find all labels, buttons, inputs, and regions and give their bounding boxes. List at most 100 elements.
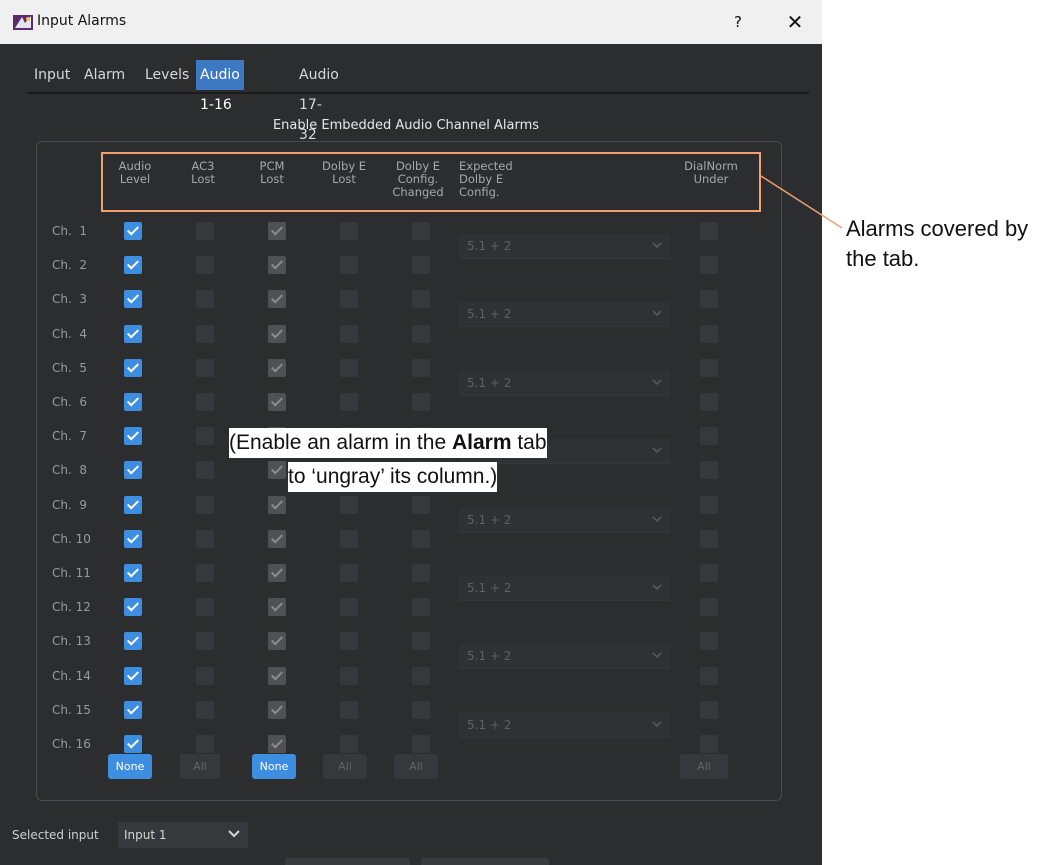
checkbox-dolby-e-config-changed[interactable] — [412, 666, 430, 685]
checkbox-ac3-lost[interactable] — [196, 290, 214, 309]
ac3-lost-all-button[interactable]: All — [180, 754, 220, 779]
checkbox-audio-level[interactable] — [124, 358, 142, 377]
checkbox-ac3-lost[interactable] — [196, 564, 214, 582]
checkbox-dialnorm-under[interactable] — [700, 666, 718, 685]
checkbox-dialnorm-under[interactable] — [700, 735, 718, 753]
expected-config-dropdown[interactable]: 5.1 + 2 — [459, 576, 670, 601]
checkbox-dialnorm-under[interactable] — [700, 564, 718, 582]
checkbox-dolby-e-lost[interactable] — [340, 598, 358, 617]
selected-input-dropdown[interactable]: Input 1 — [118, 822, 248, 848]
expected-config-dropdown[interactable]: 5.1 + 2 — [459, 712, 670, 738]
checkbox-dolby-e-config-changed[interactable] — [412, 529, 430, 548]
checkbox-dolby-e-lost[interactable] — [340, 358, 358, 377]
checkbox-dolby-e-config-changed[interactable] — [412, 598, 430, 617]
checkbox-dialnorm-under[interactable] — [700, 222, 718, 240]
checkbox-dolby-e-config-changed[interactable] — [412, 700, 430, 719]
checkbox-dolby-e-lost[interactable] — [340, 393, 358, 411]
checkbox-pcm-lost[interactable] — [268, 564, 286, 582]
checkbox-dolby-e-config-changed[interactable] — [412, 324, 430, 343]
checkbox-audio-level[interactable] — [124, 393, 142, 411]
checkbox-pcm-lost[interactable] — [268, 256, 286, 275]
checkbox-dolby-e-lost[interactable] — [340, 529, 358, 548]
tab-alarm[interactable]: Alarm — [84, 60, 125, 90]
checkbox-pcm-lost[interactable] — [268, 324, 286, 343]
checkbox-dolby-e-lost[interactable] — [340, 735, 358, 753]
checkbox-dolby-e-config-changed[interactable] — [412, 358, 430, 377]
checkbox-ac3-lost[interactable] — [196, 495, 214, 514]
footer-button-right[interactable] — [421, 858, 549, 865]
expected-config-dropdown[interactable]: 5.1 + 2 — [459, 644, 670, 670]
footer-button-left[interactable] — [285, 858, 410, 865]
dolby-e-lost-all-button[interactable]: All — [323, 754, 367, 779]
checkbox-dolby-e-config-changed[interactable] — [412, 256, 430, 275]
checkbox-pcm-lost[interactable] — [268, 393, 286, 411]
checkbox-audio-level[interactable] — [124, 564, 142, 582]
checkbox-pcm-lost[interactable] — [268, 358, 286, 377]
checkbox-ac3-lost[interactable] — [196, 358, 214, 377]
checkbox-dolby-e-config-changed[interactable] — [412, 632, 430, 651]
checkbox-dialnorm-under[interactable] — [700, 358, 718, 377]
checkbox-dolby-e-config-changed[interactable] — [412, 290, 430, 309]
checkbox-audio-level[interactable] — [124, 632, 142, 651]
audio-level-none-button[interactable]: None — [108, 754, 152, 779]
tab-input[interactable]: Input — [34, 60, 70, 90]
checkbox-dolby-e-lost[interactable] — [340, 222, 358, 240]
checkbox-dialnorm-under[interactable] — [700, 529, 718, 548]
checkbox-dolby-e-lost[interactable] — [340, 700, 358, 719]
tab-audio-17-32[interactable]: Audio 17-32 — [299, 60, 339, 143]
checkbox-dialnorm-under[interactable] — [700, 427, 718, 446]
checkbox-ac3-lost[interactable] — [196, 461, 214, 480]
checkbox-dolby-e-config-changed[interactable] — [412, 564, 430, 582]
checkbox-dolby-e-lost[interactable] — [340, 324, 358, 343]
checkbox-audio-level[interactable] — [124, 461, 142, 480]
checkbox-audio-level[interactable] — [124, 700, 142, 719]
checkbox-audio-level[interactable] — [124, 222, 142, 240]
checkbox-dolby-e-lost[interactable] — [340, 632, 358, 651]
checkbox-dialnorm-under[interactable] — [700, 290, 718, 309]
checkbox-pcm-lost[interactable] — [268, 632, 286, 651]
checkbox-audio-level[interactable] — [124, 735, 142, 753]
checkbox-dialnorm-under[interactable] — [700, 632, 718, 651]
checkbox-ac3-lost[interactable] — [196, 256, 214, 275]
checkbox-dialnorm-under[interactable] — [700, 598, 718, 617]
tab-audio-1-16[interactable]: Audio 1-16 — [196, 60, 244, 113]
help-button[interactable]: ? — [726, 10, 750, 34]
checkbox-ac3-lost[interactable] — [196, 632, 214, 651]
checkbox-pcm-lost[interactable] — [268, 700, 286, 719]
checkbox-pcm-lost[interactable] — [268, 290, 286, 309]
checkbox-dolby-e-config-changed[interactable] — [412, 393, 430, 411]
checkbox-dialnorm-under[interactable] — [700, 324, 718, 343]
checkbox-ac3-lost[interactable] — [196, 427, 214, 446]
checkbox-dolby-e-lost[interactable] — [340, 495, 358, 514]
checkbox-audio-level[interactable] — [124, 427, 142, 446]
checkbox-dolby-e-config-changed[interactable] — [412, 222, 430, 240]
expected-config-dropdown[interactable]: 5.1 + 2 — [459, 507, 670, 533]
checkbox-dialnorm-under[interactable] — [700, 495, 718, 514]
checkbox-dialnorm-under[interactable] — [700, 461, 718, 480]
checkbox-dolby-e-lost[interactable] — [340, 564, 358, 582]
checkbox-dolby-e-lost[interactable] — [340, 666, 358, 685]
checkbox-pcm-lost[interactable] — [268, 529, 286, 548]
checkbox-dialnorm-under[interactable] — [700, 700, 718, 719]
checkbox-pcm-lost[interactable] — [268, 598, 286, 617]
expected-config-dropdown[interactable]: 5.1 + 2 — [459, 370, 670, 396]
checkbox-dialnorm-under[interactable] — [700, 393, 718, 411]
checkbox-pcm-lost[interactable] — [268, 666, 286, 685]
checkbox-audio-level[interactable] — [124, 495, 142, 514]
checkbox-pcm-lost[interactable] — [268, 735, 286, 753]
checkbox-audio-level[interactable] — [124, 598, 142, 617]
checkbox-audio-level[interactable] — [124, 256, 142, 275]
checkbox-ac3-lost[interactable] — [196, 529, 214, 548]
checkbox-dolby-e-config-changed[interactable] — [412, 735, 430, 753]
checkbox-audio-level[interactable] — [124, 529, 142, 548]
dialnorm-under-all-button[interactable]: All — [680, 754, 728, 779]
checkbox-dolby-e-lost[interactable] — [340, 256, 358, 275]
checkbox-ac3-lost[interactable] — [196, 666, 214, 685]
checkbox-ac3-lost[interactable] — [196, 222, 214, 240]
checkbox-dolby-e-config-changed[interactable] — [412, 495, 430, 514]
dolby-e-config-changed-all-button[interactable]: All — [394, 754, 438, 779]
checkbox-dolby-e-lost[interactable] — [340, 290, 358, 309]
checkbox-audio-level[interactable] — [124, 666, 142, 685]
expected-config-dropdown[interactable]: 5.1 + 2 — [459, 302, 670, 328]
pcm-lost-none-button[interactable]: None — [252, 754, 296, 779]
